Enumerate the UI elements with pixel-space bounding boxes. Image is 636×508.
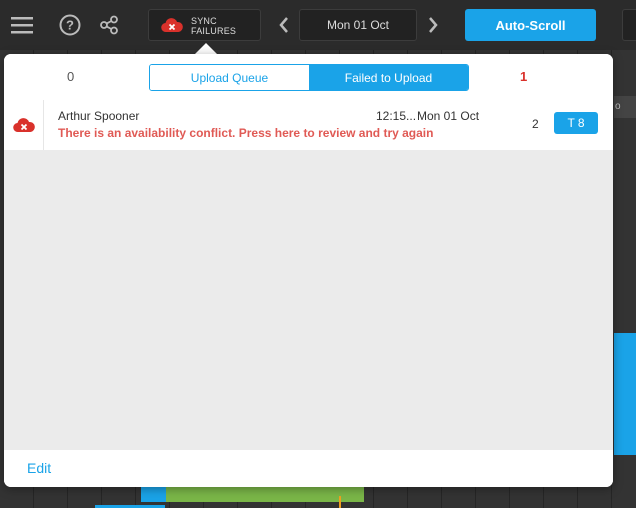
current-time-indicator [339, 496, 341, 508]
date-selector[interactable]: Mon 01 Oct [299, 9, 417, 41]
row-count: 2 [532, 117, 539, 131]
shift-date: Mon 01 Oct [417, 109, 480, 123]
error-message[interactable]: There is an availability conflict. Press… [58, 126, 433, 140]
svg-text:?: ? [66, 18, 74, 33]
question-circle-icon[interactable]: ? [56, 11, 84, 39]
hamburger-icon[interactable] [8, 11, 36, 39]
shift-block[interactable] [141, 486, 167, 502]
sync-failures-popover: 0 Upload Queue Failed to Upload 1 Arthur… [4, 54, 613, 487]
top-toolbar: ? SYNC FAILURES Mon 01 Oct Auto-Scroll [0, 0, 636, 50]
upload-queue-count: 0 [67, 69, 75, 84]
failed-upload-list: Arthur Spooner 12:15... Mon 01 Oct There… [4, 100, 613, 450]
auto-scroll-button[interactable]: Auto-Scroll [465, 9, 596, 41]
failed-upload-row[interactable]: Arthur Spooner 12:15... Mon 01 Oct There… [4, 100, 613, 150]
cloud-error-icon [161, 17, 183, 38]
popover-footer: Edit [4, 450, 613, 487]
sync-failures-label: SYNC FAILURES [191, 16, 237, 36]
cloud-error-icon [4, 100, 44, 150]
shift-time: 12:15... [376, 109, 417, 123]
employee-name: Arthur Spooner [58, 109, 140, 123]
popover-caret [195, 43, 217, 54]
tab-failed-to-upload[interactable]: Failed to Upload [309, 65, 468, 90]
failed-count: 1 [520, 69, 528, 84]
upload-tabs: Upload Queue Failed to Upload [149, 64, 469, 91]
shift-block[interactable] [614, 333, 636, 455]
terminal-badge[interactable]: T 8 [554, 112, 598, 134]
sync-failures-button[interactable]: SYNC FAILURES [148, 9, 261, 41]
chevron-right-icon[interactable] [423, 13, 443, 37]
grid-column-header: o [614, 96, 636, 118]
toolbar-right-button[interactable] [622, 9, 636, 41]
tab-upload-queue[interactable]: Upload Queue [150, 65, 309, 90]
edit-link[interactable]: Edit [27, 460, 51, 476]
popover-header: 0 Upload Queue Failed to Upload 1 [4, 54, 613, 100]
chevron-left-icon[interactable] [274, 13, 294, 37]
share-nodes-icon[interactable] [95, 11, 123, 39]
shift-block[interactable] [166, 486, 364, 502]
